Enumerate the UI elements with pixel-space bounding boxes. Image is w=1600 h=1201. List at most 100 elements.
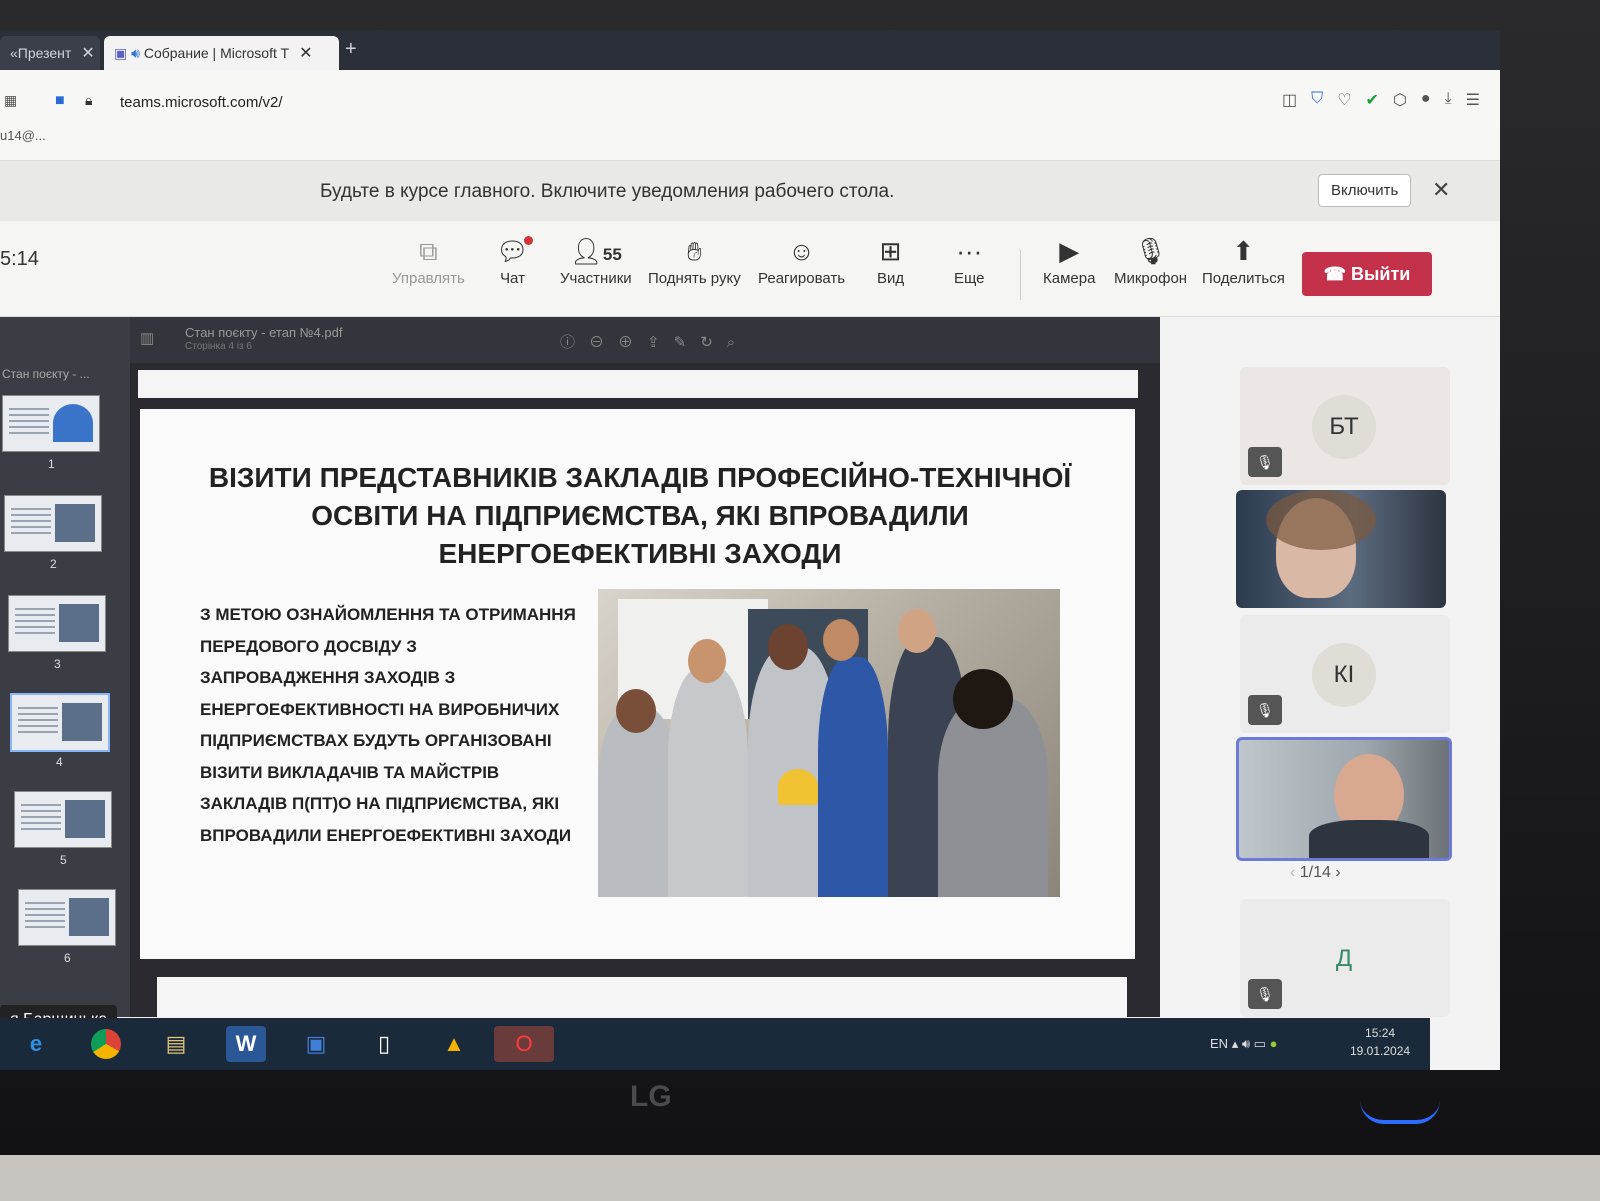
chevron-right-icon[interactable]: › [1335,864,1340,881]
notification-message: Будьте в курсе главного. Включите уведом… [320,181,895,202]
desktop-notification-banner: Будьте в курсе главного. Включите уведом… [0,161,1500,221]
zoom-out-icon[interactable]: ⊖ [589,334,618,351]
system-clock[interactable]: 15:24 19.01.2024 [1350,1024,1410,1060]
heart-icon[interactable]: ♡ [1337,90,1351,110]
emoji-icon: ☺ [788,236,815,266]
warning-app-icon[interactable]: ▲ [434,1026,474,1062]
participants-button[interactable]: 👤︎55 Участники [560,236,632,287]
participant-tile[interactable]: БТ 🎙︎ [1240,367,1450,485]
save-disk-icon[interactable]: ▣ [296,1026,336,1062]
shared-content-stage: Стан поєкту - ... 1 2 3 4 5 6 ▥ Стан поє… [0,317,1160,1017]
pen-icon[interactable]: ✎ [674,334,701,351]
pdf-filename: Стан поєкту - етап №4.pdf [185,325,343,340]
more-button[interactable]: ··· Еще [954,236,985,287]
chat-label: Чат [500,270,525,287]
leave-button[interactable]: ☎︎ Выйти [1302,252,1432,296]
power-led [1360,1100,1440,1124]
opera-icon[interactable]: O [494,1026,554,1062]
thumbnail-number: 3 [54,657,61,671]
view-button[interactable]: ⊞ Вид [877,236,904,287]
participant-tile[interactable]: КІ 🎙︎ [1240,615,1450,733]
avatar: КІ [1312,643,1376,707]
share-icon[interactable]: ⇪ [647,334,674,351]
close-icon[interactable]: ✕ [81,45,94,62]
zoom-in-icon[interactable]: ⊕ [618,334,647,351]
pager-label: 1/14 [1299,864,1331,881]
participants-pager: ‹ 1/14 › [1290,864,1341,882]
status-dot-icon[interactable]: ● [1270,1036,1278,1051]
thumbnail-number: 1 [48,457,55,471]
thumbnail-page-3[interactable] [8,595,106,652]
thumbnail-page-2[interactable] [4,495,102,552]
tab-label: Собрание | Microsoft T [143,45,290,61]
participants-label: Участники [560,270,632,287]
language-indicator[interactable]: EN [1210,1036,1228,1051]
thumbnail-page-5[interactable] [14,791,112,848]
unread-badge [524,236,534,245]
profile-icon[interactable]: ● [1421,90,1431,110]
url-field[interactable]: teams.microsoft.com/v2/ [120,94,283,111]
camera-button[interactable]: ▶︎ Камера [1043,236,1095,287]
file-explorer-icon[interactable]: ▤ [156,1026,196,1062]
info-icon[interactable]: ⓘ [560,334,589,351]
search-icon[interactable]: ⌕ [727,334,749,351]
document-icon[interactable]: ▯ [364,1026,404,1062]
clock-time: 15:24 [1365,1026,1396,1040]
microphone-button[interactable]: 🎙︎ Микрофон [1114,236,1187,287]
enable-notifications-button[interactable]: Включить [1318,174,1412,207]
more-icon: ··· [956,236,983,266]
close-icon[interactable]: ✕ [1432,177,1450,203]
react-button[interactable]: ☺ Реагировать [758,236,845,287]
thumbnail-page-4[interactable] [10,693,110,752]
pdf-next-page-edge [157,977,1127,1017]
clock-date: 19.01.2024 [1350,1044,1411,1058]
participants-pane: БТ 🎙︎ КІ 🎙︎ ‹ 1/14 › Д 🎙︎ [1160,317,1460,1017]
tab-presentation[interactable]: «Презент ✕ [0,36,100,70]
screen: «Презент ✕ ▣ 🔊︎ Собрание | Microsoft T ✕ +… [0,30,1500,1070]
participant-video-active[interactable] [1236,737,1452,861]
participant-video[interactable] [1236,490,1446,608]
chrome-icon[interactable] [86,1026,126,1062]
monitor-logo: LG [630,1080,672,1113]
new-tab-button[interactable]: + [345,38,357,61]
cube-icon[interactable]: ⬡ [1393,90,1407,110]
manage-button[interactable]: ⧉ Управлять [392,236,465,287]
pdf-page: ВІЗИТИ ПРЕДСТАВНИКІВ ЗАКЛАДІВ ПРОФЕСІЙНО… [140,409,1135,959]
apps-grid-icon[interactable]: ▦ [4,92,17,109]
share-button[interactable]: ⬆︎ Поделиться [1202,236,1285,287]
phone-hangup-icon: ☎︎ [1323,264,1347,284]
volume-icon[interactable]: 🔊︎ [1242,1036,1250,1051]
word-icon[interactable]: W [226,1026,266,1062]
chat-button[interactable]: 💬︎ Чат [496,236,534,287]
raise-hand-button[interactable]: ✋︎ Поднять руку [648,236,741,287]
meeting-timer: 5:14 [0,248,39,270]
meeting-toolbar: 5:14 ⧉ Управлять 💬︎ Чат 👤︎55 Участники ✋… [0,222,1500,317]
thumbnail-number: 2 [50,557,57,571]
browser-toolbar-icons: ◫ ⛉ ♡ ✔ ⬡ ● ⤓ ☰ [1282,90,1480,110]
chevron-left-icon[interactable]: ‹ [1290,864,1295,881]
people-icon: 👤︎55 [569,236,622,266]
download-icon[interactable]: ⤓ [1445,90,1452,110]
slide-title: ВІЗИТИ ПРЕДСТАВНИКІВ ЗАКЛАДІВ ПРОФЕСІЙНО… [208,462,1072,569]
tray-expand-icon[interactable]: ▴ [1232,1036,1242,1051]
rotate-icon[interactable]: ↻ [700,334,727,351]
screenshot-icon[interactable]: ◫ [1282,90,1297,110]
lock-icon[interactable]: 🔒︎ [85,92,92,109]
shield-icon[interactable]: ⛉ [1311,90,1323,110]
thumbnail-page-1[interactable] [2,395,100,452]
check-icon[interactable]: ✔ [1366,90,1379,110]
sidebar-toggle-icon[interactable]: ▥ [140,329,154,347]
teams-icon: ▣ [114,45,128,61]
tab-meeting[interactable]: ▣ 🔊︎ Собрание | Microsoft T ✕ [104,36,339,70]
close-icon[interactable]: ✕ [299,45,312,62]
menu-icon[interactable]: ☰ [1466,90,1480,110]
react-label: Реагировать [758,270,846,287]
share-label: Поделиться [1202,270,1285,287]
internet-explorer-icon[interactable]: e [16,1026,56,1062]
account-label: u14@... [0,128,46,143]
network-icon[interactable]: ▭ [1254,1036,1266,1051]
camera-off-icon: ▶︎ [1059,236,1080,266]
camera-indicator-icon[interactable]: ■ [55,92,65,110]
participant-tile[interactable]: Д 🎙︎ [1240,899,1450,1017]
thumbnail-page-6[interactable] [18,889,116,946]
